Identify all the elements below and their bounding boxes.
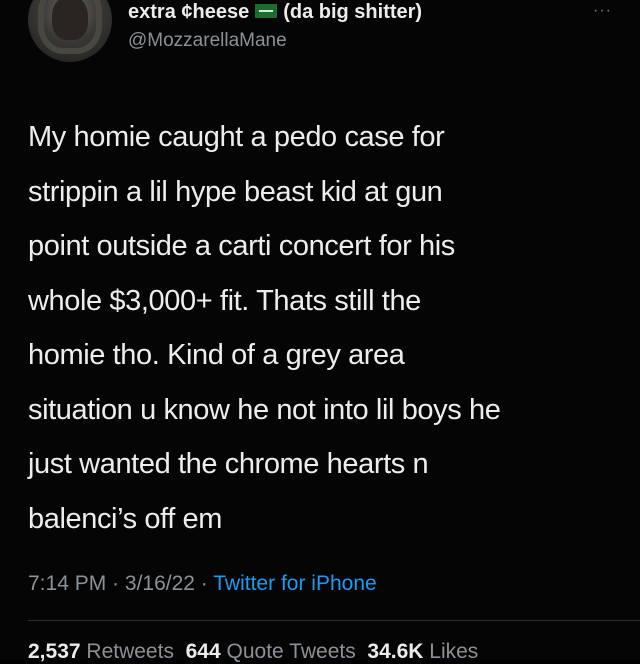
tweet-text-line: just wanted the chrome hearts n <box>28 448 429 480</box>
avatar[interactable] <box>28 0 112 62</box>
flag-icon <box>255 4 278 19</box>
divider <box>28 620 640 621</box>
engagement-stats: 2,537 Retweets 644 Quote Tweets 34.6K Li… <box>28 640 478 664</box>
avatar-face <box>52 0 88 40</box>
tweet-text-line: My homie caught a pedo case for <box>28 121 445 153</box>
tweet-text-line: situation u know he not into lil boys he <box>28 393 501 426</box>
more-options-icon[interactable]: ··· <box>593 3 612 19</box>
tweet-card: extra ¢heese (da big shitter) @Mozzarella… <box>0 0 640 663</box>
tweet-text-line: balenci’s off em <box>28 502 223 535</box>
display-name[interactable]: extra ¢heese (da big shitter) <box>128 0 422 24</box>
tweet-text-line: strippin a lil hype beast kid at gun <box>28 175 443 208</box>
tweet-text-line: whole $3,000+ fit. Thats still the <box>28 284 421 317</box>
tweet-text-line: point outside a carti concert for his <box>28 230 455 262</box>
tweet-date[interactable]: 3/16/22 <box>125 572 195 595</box>
tweet-source-link[interactable]: Twitter for iPhone <box>213 572 376 595</box>
tweet-time[interactable]: 7:14 PM <box>28 572 106 595</box>
display-name-text: extra ¢heese <box>128 1 250 23</box>
tweet-text-line: homie tho. Kind of a grey area <box>28 339 405 371</box>
meta-separator: · <box>106 572 125 595</box>
user-handle[interactable]: @MozzarellaMane <box>128 30 287 52</box>
meta-separator: · <box>194 572 214 595</box>
tweet-text: My homie caught a pedo case for strippin… <box>28 110 618 546</box>
display-name-suffix: (da big shitter) <box>283 1 423 23</box>
tweet-metadata: 7:14 PM · 3/16/22 · Twitter for iPhone <box>28 572 377 596</box>
